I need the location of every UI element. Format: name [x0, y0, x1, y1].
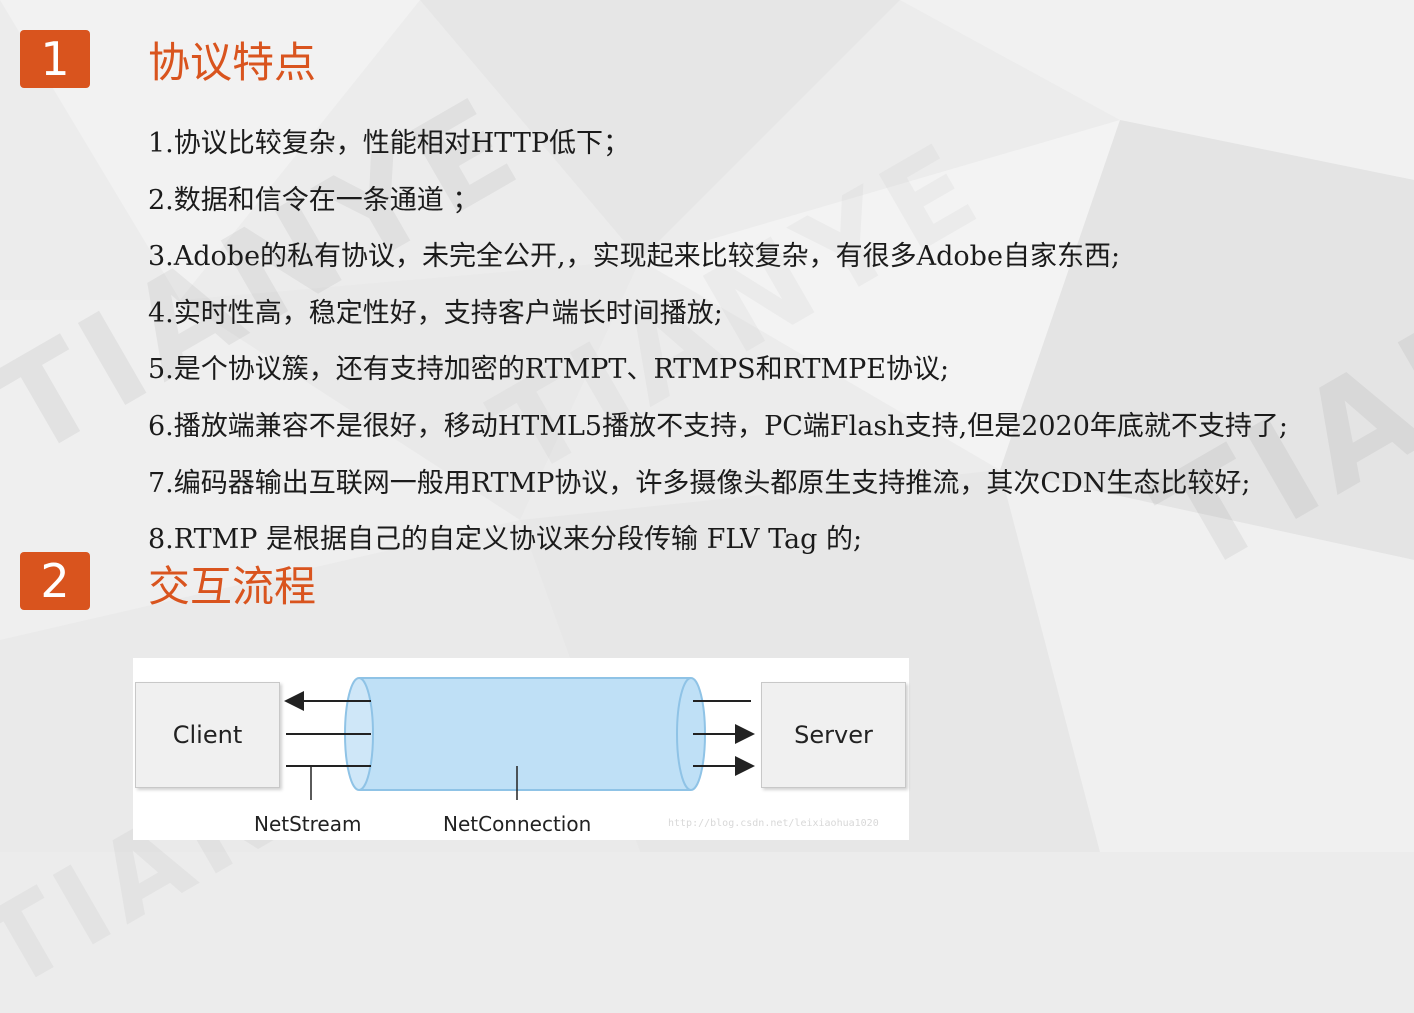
list-item: 6.播放端兼容不是很好，移动HTML5播放不支持，PC端Flash支持,但是20… [148, 410, 1288, 442]
list-item: 1.协议比较复杂，性能相对HTTP低下； [148, 128, 630, 159]
client-box: Client [135, 682, 280, 788]
feature-list: 1.协议比较复杂，性能相对HTTP低下； 2.数据和信令在一条通道 ； 3.Ad… [148, 116, 1288, 569]
netstream-label: NetStream [254, 812, 362, 836]
rtmp-interaction-diagram: Client Server NetStream NetConnection ht… [133, 658, 909, 840]
list-item: 5.是个协议簇，还有支持加密的RTMPT、RTMPS和RTMPE协议; [148, 354, 950, 386]
netconnection-label: NetConnection [443, 812, 592, 836]
section-title: 交互流程 [148, 562, 317, 611]
section-title: 协议特点 [148, 38, 317, 87]
list-item: 2.数据和信令在一条通道 ； [148, 184, 480, 216]
section-number-badge: 1 [20, 30, 90, 88]
section-number-badge: 2 [20, 552, 90, 610]
list-item: 3.Adobe的私有协议，未完全公开,，实现起来比较复杂，有很多Adobe自家东… [148, 241, 1121, 273]
list-item: 7.编码器输出互联网一般用RTMP协议，许多摄像头都原生支持推流，其次CDN生态… [148, 467, 1251, 499]
netconnection-pipe [344, 677, 706, 791]
source-url-watermark: http://blog.csdn.net/leixiaohua1020 [668, 818, 879, 829]
list-item: 4.实时性高，稳定性好，支持客户端长时间播放; [148, 297, 723, 329]
server-box: Server [761, 682, 906, 788]
list-item: 8.RTMP 是根据自己的自定义协议来分段传输 FLV Tag 的; [148, 524, 863, 556]
